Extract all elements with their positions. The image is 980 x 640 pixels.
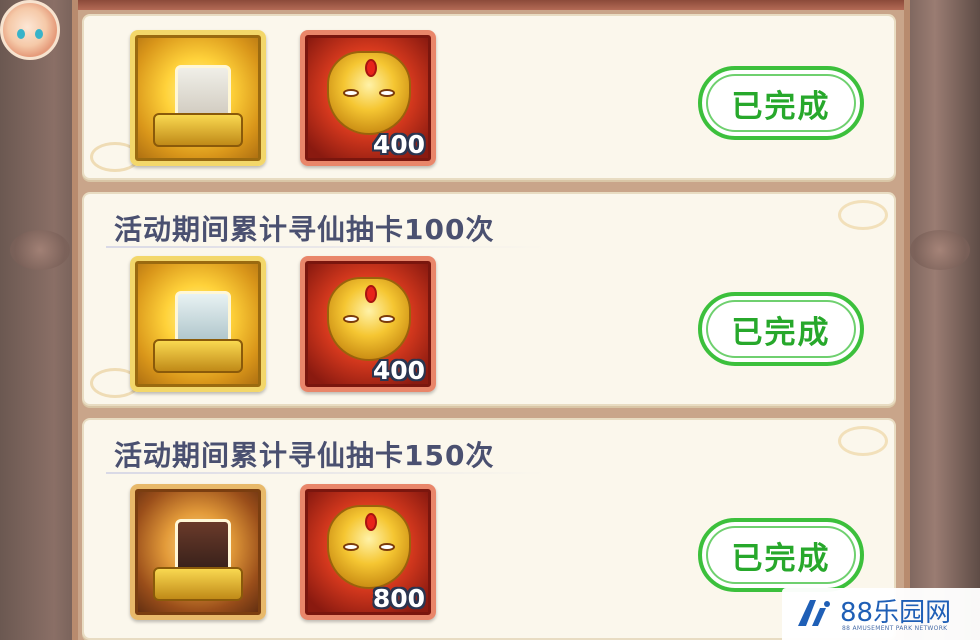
mask-eye-icon [379, 543, 395, 551]
corner-ornament-icon [838, 426, 888, 456]
reward-quantity: 400 [372, 356, 425, 385]
avatar-eye-icon [17, 29, 25, 39]
reward-quantity: 400 [372, 130, 425, 159]
task-card: 400 已完成 [82, 14, 896, 180]
golden-mask-icon [327, 51, 411, 135]
token-reward-icon[interactable]: 800 [300, 484, 436, 620]
mask-eye-icon [343, 543, 359, 551]
watermark-subtitle: 88 AMUSEMENT PARK NETWORK [842, 625, 948, 632]
task-title: 活动期间累计寻仙抽卡100次 [114, 213, 495, 246]
chest-icon [153, 339, 243, 373]
completed-button[interactable]: 已完成 [698, 518, 864, 592]
task-card: 活动期间累计寻仙抽卡100次 400 已完成 [82, 192, 896, 406]
mask-eye-icon [379, 315, 395, 323]
token-reward-icon[interactable]: 400 [300, 30, 436, 166]
task-card: 活动期间累计寻仙抽卡150次 800 已完成 [82, 418, 896, 640]
hero-chest-reward-icon[interactable] [130, 484, 266, 620]
gem-icon [365, 59, 377, 77]
gem-icon [365, 513, 377, 531]
reward-quantity: 800 [372, 584, 425, 613]
mask-eye-icon [343, 315, 359, 323]
hero-chest-reward-icon[interactable] [130, 256, 266, 392]
curtain-ornament-right [910, 230, 970, 270]
gem-icon [365, 285, 377, 303]
title-divider [106, 472, 546, 474]
corner-ornament-icon [838, 200, 888, 230]
mask-eye-icon [343, 89, 359, 97]
golden-mask-icon [327, 505, 411, 589]
completed-button[interactable]: 已完成 [698, 292, 864, 366]
chest-icon [153, 113, 243, 147]
player-avatar[interactable] [0, 0, 60, 60]
avatar-eye-icon [35, 29, 43, 39]
site-logo-icon [798, 600, 830, 626]
hero-chest-reward-icon[interactable] [130, 30, 266, 166]
site-watermark: 88乐园网 88 AMUSEMENT PARK NETWORK [782, 588, 980, 640]
panel-top-bar [78, 0, 904, 10]
title-divider [106, 246, 546, 248]
token-reward-icon[interactable]: 400 [300, 256, 436, 392]
golden-mask-icon [327, 277, 411, 361]
task-title: 活动期间累计寻仙抽卡150次 [114, 439, 495, 472]
watermark-brand: 88乐园网 [840, 598, 952, 628]
mask-eye-icon [379, 89, 395, 97]
curtain-ornament-left [10, 230, 70, 270]
chest-icon [153, 567, 243, 601]
completed-button[interactable]: 已完成 [698, 66, 864, 140]
